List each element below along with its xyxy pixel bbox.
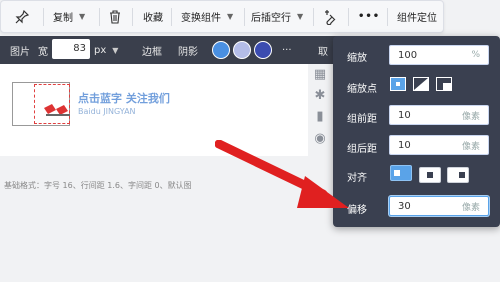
offset-input[interactable]: 30 像素	[389, 196, 489, 216]
align-left-button[interactable]	[390, 165, 412, 181]
scale-input[interactable]: 100 %	[389, 45, 489, 65]
scale-label: 缩放	[347, 53, 367, 64]
pin-button[interactable]	[15, 1, 29, 32]
trash-icon	[110, 9, 120, 24]
insert-label: 后插空行	[251, 13, 291, 24]
favorite-label: 收藏	[143, 13, 163, 24]
watermark-subtitle: Baidu JINGYAN	[78, 107, 136, 116]
locate-label: 组件定位	[397, 13, 437, 24]
align-center-button[interactable]	[419, 167, 441, 183]
anchor-topleft-button[interactable]	[413, 77, 429, 91]
scale-unit: %	[471, 50, 480, 60]
color-swatch-lavender[interactable]	[233, 41, 251, 59]
margin-top-unit: 像素	[461, 111, 480, 122]
shadow-button[interactable]: 阴影	[178, 36, 198, 64]
chevron-down-icon: ▼	[79, 12, 86, 21]
width-label: 宽	[38, 46, 48, 58]
insert-row-button[interactable]: 后插空行 ▼	[251, 1, 303, 32]
margin-bottom-input[interactable]: 10 像素	[389, 135, 489, 155]
width-unit-label: px	[94, 44, 107, 56]
margin-top-value: 10	[398, 109, 411, 121]
margin-bottom-unit: 像素	[461, 141, 480, 152]
image-toolbar: 图片 宽 83 px ▼ 边框 阴影 ··· 取	[0, 36, 344, 64]
chevron-down-icon: ▼	[297, 12, 304, 21]
margin-top-label: 组前距	[347, 114, 377, 125]
copy-button[interactable]: 复制 ▼	[53, 1, 85, 32]
offset-value: 30	[398, 200, 411, 212]
border-button[interactable]: 边框	[142, 36, 162, 64]
shoe-icon	[44, 104, 70, 116]
favorite-button[interactable]: 收藏	[143, 1, 163, 32]
watermark-title: 点击蓝字 关注我们	[78, 92, 170, 105]
border-label: 边框	[142, 46, 162, 58]
delete-button[interactable]	[109, 1, 121, 32]
anchor-center-button[interactable]	[390, 77, 406, 91]
offset-unit: 像素	[461, 202, 480, 213]
transform-button[interactable]: 变换组件 ▼	[181, 1, 233, 32]
shadow-label: 阴影	[178, 46, 198, 58]
red-arrow-annotation	[215, 140, 349, 208]
top-toolbar: 复制 ▼ 收藏 变换组件 ▼ 后插空行 ▼ ••• 组件定位	[0, 0, 444, 33]
settings-icon[interactable]: ✱	[313, 89, 327, 103]
more-label: •••	[358, 11, 381, 22]
width-unit-select[interactable]: px ▼	[94, 36, 118, 64]
format-caption: 基础格式：字号 16、行间距 1.6、字间距 0、默认图	[4, 181, 192, 190]
color-swatch-indigo[interactable]	[254, 41, 272, 59]
image-label: 图片	[10, 46, 30, 58]
bar-chart-icon[interactable]: ▮	[313, 110, 327, 124]
width-input[interactable]: 83	[52, 39, 90, 59]
margin-top-input[interactable]: 10 像素	[389, 105, 489, 125]
transform-label: 变换组件	[181, 13, 221, 24]
cancel-label: 取	[318, 46, 328, 58]
margin-bottom-value: 10	[398, 139, 411, 151]
pin-icon	[15, 9, 29, 23]
grid-icon[interactable]: ▦	[313, 68, 327, 82]
copy-label: 复制	[53, 13, 73, 24]
format-brush-button[interactable]	[323, 1, 337, 32]
locate-component-button[interactable]: 组件定位	[397, 1, 437, 32]
layout-panel: 缩放 100 % 缩放点 组前距 10 像素 组后距 10 像素 对齐 偏移 3…	[333, 36, 500, 227]
cancel-button[interactable]: 取	[318, 36, 328, 64]
chevron-down-icon: ▼	[112, 45, 119, 55]
align-right-button[interactable]	[447, 167, 469, 183]
brush-icon	[325, 9, 336, 25]
anchor-label: 缩放点	[347, 84, 377, 95]
color-swatch-blue[interactable]	[212, 41, 230, 59]
more-button[interactable]: •••	[358, 1, 380, 32]
image-more-button[interactable]: ···	[282, 36, 292, 64]
chevron-down-icon: ▼	[227, 12, 234, 21]
scale-value: 100	[398, 49, 418, 61]
anchor-bottomright-button[interactable]	[436, 77, 452, 91]
image-more-label: ···	[282, 44, 292, 56]
